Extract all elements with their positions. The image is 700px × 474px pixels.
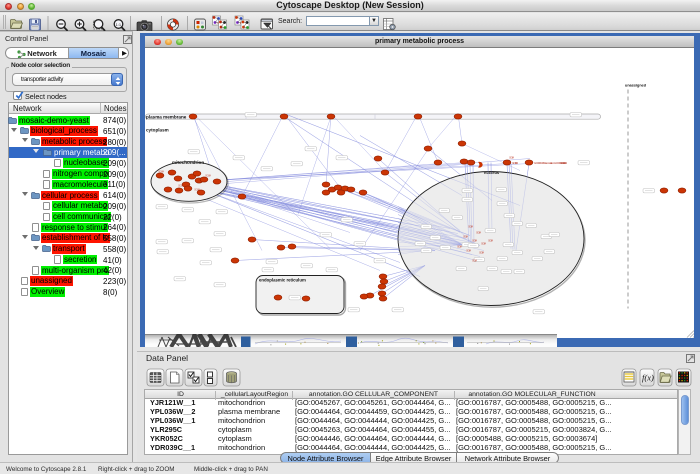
svg-text:unassigned: unassigned — [625, 83, 647, 87]
svg-text:1:1: 1:1 — [116, 21, 122, 26]
svg-text:GO:04: GO:04 — [466, 248, 472, 252]
svg-text:mitochondrion: mitochondrion — [172, 160, 204, 165]
svg-text:GO:04: GO:04 — [476, 230, 482, 234]
svg-text:GO:04: GO:04 — [472, 238, 478, 242]
svg-text:f(x): f(x) — [642, 373, 654, 383]
svg-text:endoplasmic reticulum: endoplasmic reticulum — [259, 277, 306, 282]
svg-text:GO:04: GO:04 — [468, 224, 474, 228]
svg-text:GO:04: GO:04 — [463, 234, 469, 238]
svg-text:GO:04: GO:04 — [488, 238, 494, 242]
svg-text:GO:004: GO:004 — [512, 161, 518, 165]
svg-text:plasma membrane: plasma membrane — [146, 114, 187, 119]
svg-text:GO:04: GO:04 — [479, 250, 485, 254]
svg-text:GO:04: GO:04 — [481, 241, 487, 245]
svg-text:cytoplasm: cytoplasm — [146, 127, 169, 132]
svg-text:GO:04: GO:04 — [457, 244, 463, 248]
svg-text:GO:0044: GO:0044 — [560, 161, 567, 165]
svg-text:GO:04: GO:04 — [472, 258, 478, 262]
svg-text:GO:04: GO:04 — [509, 155, 515, 159]
svg-text:nucleus: nucleus — [484, 170, 500, 175]
